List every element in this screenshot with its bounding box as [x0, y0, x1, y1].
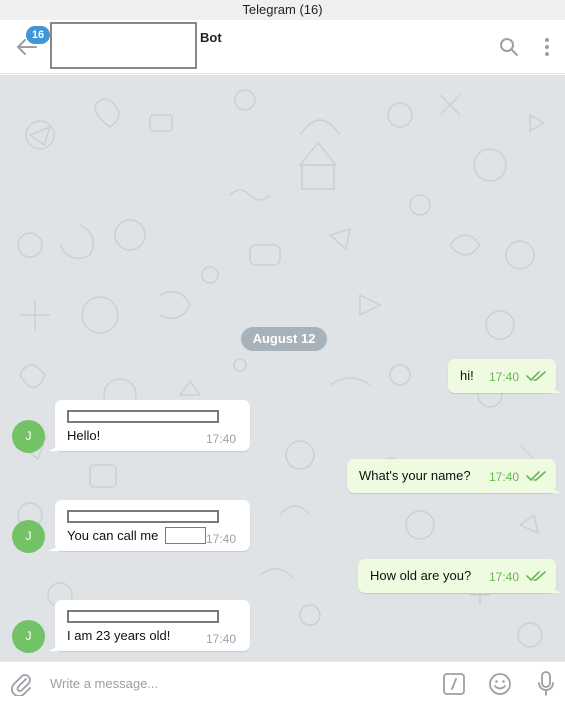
double-check-icon [526, 371, 546, 381]
avatar[interactable]: J [12, 520, 45, 553]
message-time: 17:40 [488, 370, 519, 384]
message-composer [0, 661, 565, 704]
incoming-message[interactable]: Hello! 17:40 [55, 400, 250, 451]
bubble-tail [551, 483, 563, 493]
window-title: Telegram (16) [0, 0, 565, 20]
redacted-sender-name [67, 510, 219, 523]
paperclip-icon [11, 674, 31, 697]
outgoing-message[interactable]: What's your name? 17:40 [347, 459, 556, 493]
message-text: How old are you? [370, 568, 472, 583]
redacted-sender-name [67, 610, 219, 623]
bot-commands-button[interactable] [443, 673, 465, 695]
chat-title[interactable]: Bot [200, 30, 222, 45]
voice-message-button[interactable] [537, 671, 555, 697]
incoming-message[interactable]: I am 23 years old! 17:40 [55, 600, 250, 651]
outgoing-message[interactable]: How old are you? 17:40 [358, 559, 556, 593]
redacted-name-value [165, 527, 206, 544]
bubble-tail [551, 583, 563, 593]
more-vertical-icon [545, 38, 549, 56]
message-time: 17:40 [206, 632, 237, 646]
double-check-icon [526, 571, 546, 581]
emoji-icon [489, 673, 511, 695]
date-separator: August 12 [241, 327, 327, 351]
chat-header: 16 Bot [0, 20, 565, 74]
message-time: 17:40 [206, 432, 237, 446]
double-check-icon [526, 471, 546, 481]
bubble-tail [47, 441, 59, 451]
chat-history[interactable]: August 12 hi! 17:40 Hello! 17:40 J What'… [0, 75, 565, 661]
search-icon [500, 38, 518, 56]
bubble-tail [551, 383, 563, 393]
message-time: 17:40 [206, 532, 237, 546]
unread-count-badge: 16 [26, 26, 50, 44]
redacted-sender-name [67, 410, 219, 423]
search-button[interactable] [499, 37, 519, 57]
incoming-message[interactable]: You can call me 17:40 [55, 500, 250, 551]
avatar[interactable]: J [12, 420, 45, 453]
redacted-chat-name [50, 22, 197, 69]
bubble-tail [47, 541, 59, 551]
bubble-tail [47, 641, 59, 651]
message-time: 17:40 [488, 570, 519, 584]
outgoing-message[interactable]: hi! 17:40 [448, 359, 556, 393]
message-text: hi! [460, 368, 474, 383]
attach-button[interactable] [10, 672, 32, 697]
message-text: You can call me [67, 528, 159, 543]
message-text: I am 23 years old! [67, 628, 171, 643]
message-text: What's your name? [359, 468, 471, 483]
message-time: 17:40 [488, 470, 519, 484]
avatar[interactable]: J [12, 620, 45, 653]
message-text: Hello! [67, 428, 101, 443]
more-menu-button[interactable] [540, 36, 554, 58]
slash-command-icon [443, 673, 465, 695]
message-input[interactable] [50, 671, 420, 695]
emoji-button[interactable] [488, 672, 512, 696]
microphone-icon [538, 671, 554, 696]
